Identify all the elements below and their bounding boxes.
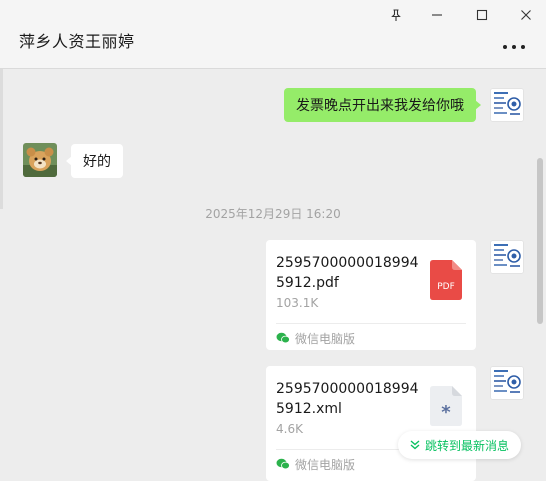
generic-file-icon: * (430, 386, 462, 430)
incoming-message-bubble[interactable]: 好的 (66, 144, 123, 178)
scrollbar-thumb[interactable] (537, 158, 543, 324)
my-avatar[interactable] (490, 240, 524, 274)
double-chevron-down-icon (410, 440, 420, 450)
file-name: 25957000000189945912.xml (276, 381, 419, 417)
minimize-icon[interactable] (425, 4, 449, 26)
file-size: 4.6K (276, 422, 303, 436)
file-size: 103.1K (276, 296, 319, 310)
more-icon[interactable] (503, 40, 525, 54)
wechat-icon (276, 458, 290, 470)
contact-avatar[interactable] (23, 143, 57, 177)
sidebar-edge (0, 69, 3, 209)
pdf-type-label: PDF (437, 282, 455, 292)
maximize-icon[interactable] (470, 4, 494, 26)
file-message-xml[interactable]: 25957000000189945912.xml 4.6K * 微信电脑版 (266, 366, 476, 481)
chat-title: 萍乡人资王丽婷 (19, 32, 135, 51)
pdf-file-icon: PDF (430, 260, 462, 304)
file-source-text: 微信电脑版 (295, 331, 356, 346)
my-avatar[interactable] (490, 88, 524, 122)
file-source-text: 微信电脑版 (295, 457, 356, 472)
my-avatar[interactable] (490, 366, 524, 400)
jump-to-latest-button[interactable]: 跳转到最新消息 (398, 431, 522, 459)
file-source: 微信电脑版 (276, 329, 355, 347)
wechat-icon (276, 332, 290, 344)
jump-to-latest-label: 跳转到最新消息 (425, 438, 510, 453)
pin-icon[interactable] (384, 4, 408, 26)
outgoing-message-bubble[interactable]: 发票晚点开出来我发给你哦 (284, 88, 481, 122)
file-card-divider (276, 323, 466, 324)
file-name: 25957000000189945912.pdf (276, 255, 419, 291)
incoming-message-text: 好的 (83, 154, 111, 170)
file-source: 微信电脑版 (276, 455, 355, 473)
xml-type-label: * (441, 402, 451, 423)
file-message-pdf[interactable]: 25957000000189945912.pdf 103.1K PDF 微信电脑… (266, 240, 476, 350)
close-icon[interactable] (514, 4, 538, 26)
outgoing-message-text: 发票晚点开出来我发给你哦 (296, 98, 464, 114)
message-timestamp: 2025年12月29日 16:20 (205, 207, 341, 221)
